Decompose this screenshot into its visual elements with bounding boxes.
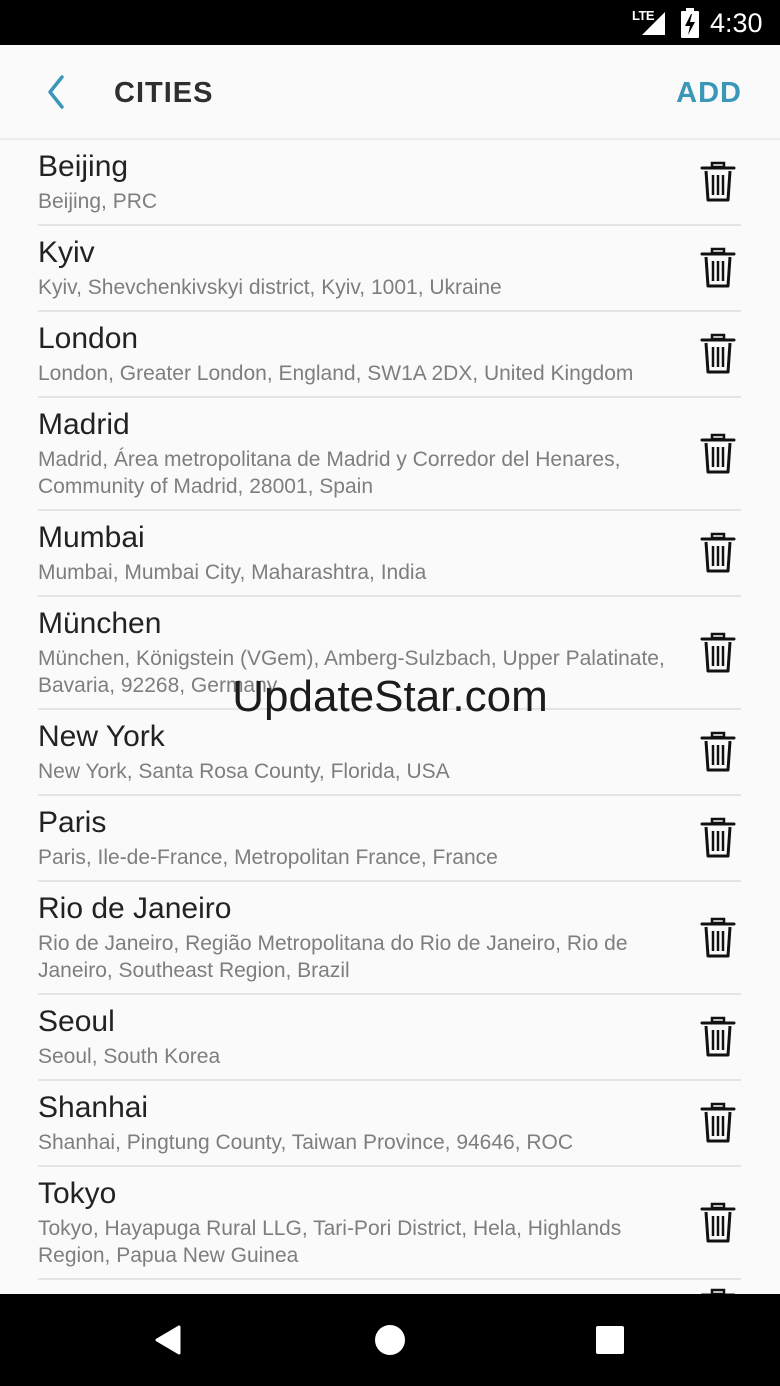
city-name: Rio de Janeiro [38, 892, 232, 925]
trash-icon [700, 433, 736, 473]
city-name: Madrid [38, 408, 130, 441]
city-address: Rio de Janeiro, Região Metropolitana do … [38, 932, 628, 982]
city-row[interactable]: Rio de Janeiro Rio de Janeiro, Região Met… [38, 882, 741, 995]
trash-icon [700, 917, 736, 957]
trash-icon [700, 333, 736, 374]
city-name: Kyiv [38, 236, 95, 269]
trash-icon [700, 1016, 736, 1057]
city-row[interactable]: Kyiv Kyiv, Shevchenkivskyi district, Kyiv… [38, 226, 741, 312]
battery-charging-icon [681, 8, 699, 38]
city-address: Madrid, Área metropolitana de Madrid y C… [38, 448, 621, 498]
nav-back-button[interactable] [144, 1314, 196, 1366]
trash-icon [700, 817, 736, 858]
trash-icon [700, 1202, 736, 1242]
city-row[interactable]: München München, Königstein (VGem), Amber… [38, 597, 741, 710]
city-row[interactable]: Beijing Beijing, PRC [38, 140, 741, 226]
back-button[interactable] [38, 69, 78, 115]
city-name: Seoul [38, 1005, 115, 1038]
city-name: New York [38, 720, 165, 753]
delete-city-button[interactable] [699, 433, 737, 475]
delete-city-button[interactable] [699, 247, 737, 289]
trash-icon [700, 532, 736, 573]
city-row[interactable]: Madrid Madrid, Área metropolitana de Madr… [38, 398, 741, 511]
city-name: Mumbai [38, 521, 145, 554]
trash-icon [700, 247, 736, 288]
city-name: Paris [38, 806, 107, 839]
city-address: Paris, Ile-de-France, Metropolitan Franc… [38, 846, 498, 869]
chevron-left-icon [48, 75, 64, 109]
city-row[interactable]: Seoul Seoul, South Korea [38, 995, 741, 1081]
city-name: Shanhai [38, 1091, 149, 1124]
page-title: CITIES [114, 77, 214, 109]
city-name: München [38, 607, 162, 640]
city-row[interactable]: New York New York, Santa Rosa County, Flo… [38, 710, 741, 796]
clock: 4:30 [710, 8, 763, 38]
delete-city-button[interactable] [699, 333, 737, 375]
city-list[interactable]: Beijing Beijing, PRC Kyiv Kyiv, Shevchenkiv… [0, 140, 780, 1294]
delete-city-button[interactable] [699, 1202, 737, 1244]
delete-city-button[interactable] [699, 1102, 737, 1144]
city-address: Shanhai, Pingtung County, Taiwan Provinc… [38, 1131, 574, 1154]
add-city-button[interactable]: ADD [676, 76, 742, 110]
navigation-bar [0, 1294, 780, 1386]
city-row[interactable]: Mumbai Mumbai, Mumbai City, Maharashtra, … [38, 511, 741, 597]
city-row[interactable]: Tokyo Tokyo, Hayapuga Rural LLG, Tari-Por… [38, 1167, 741, 1280]
city-name: London [38, 322, 139, 355]
city-address: Kyiv, Shevchenkivskyi district, Kyiv, 10… [38, 276, 502, 299]
delete-city-button[interactable] [699, 817, 737, 859]
delete-city-button[interactable] [699, 161, 737, 203]
trash-icon [700, 632, 736, 672]
nav-recents-icon [596, 1326, 624, 1354]
delete-city-button[interactable] [699, 632, 737, 674]
delete-city-button[interactable] [699, 532, 737, 574]
delete-city-button[interactable] [699, 1016, 737, 1058]
trash-icon [700, 731, 736, 772]
nav-home-button[interactable] [364, 1314, 416, 1366]
nav-recents-button[interactable] [584, 1314, 636, 1366]
city-row[interactable]: Turin [38, 1280, 741, 1294]
city-address: Beijing, PRC [38, 190, 158, 213]
nav-home-icon [375, 1325, 405, 1355]
city-row[interactable]: London London, Greater London, England, S… [38, 312, 741, 398]
city-address: Mumbai, Mumbai City, Maharashtra, India [38, 561, 427, 584]
nav-back-icon [155, 1325, 181, 1355]
city-name: Beijing [38, 150, 129, 183]
trash-icon [700, 161, 736, 202]
city-row[interactable]: Paris Paris, Ile-de-France, Metropolitan … [38, 796, 741, 882]
city-name: Tokyo [38, 1177, 117, 1210]
city-address: München, Königstein (VGem), Amberg-Sulzb… [38, 647, 665, 697]
city-address: Seoul, South Korea [38, 1045, 221, 1068]
city-address: Tokyo, Hayapuga Rural LLG, Tari-Pori Dis… [38, 1217, 622, 1267]
delete-city-button[interactable] [699, 917, 737, 959]
city-row[interactable]: Shanhai Shanhai, Pingtung County, Taiwan … [38, 1081, 741, 1167]
delete-city-button[interactable] [699, 731, 737, 773]
city-address: New York, Santa Rosa County, Florida, US… [38, 760, 450, 783]
city-list-content: Beijing Beijing, PRC Kyiv Kyiv, Shevchenkiv… [0, 140, 780, 1294]
signal-icon [642, 12, 665, 35]
trash-icon [700, 1102, 736, 1143]
app-bar: CITIES ADD [0, 45, 780, 140]
city-address: London, Greater London, England, SW1A 2D… [38, 362, 634, 385]
status-bar: LTE 4:30 [0, 0, 780, 45]
